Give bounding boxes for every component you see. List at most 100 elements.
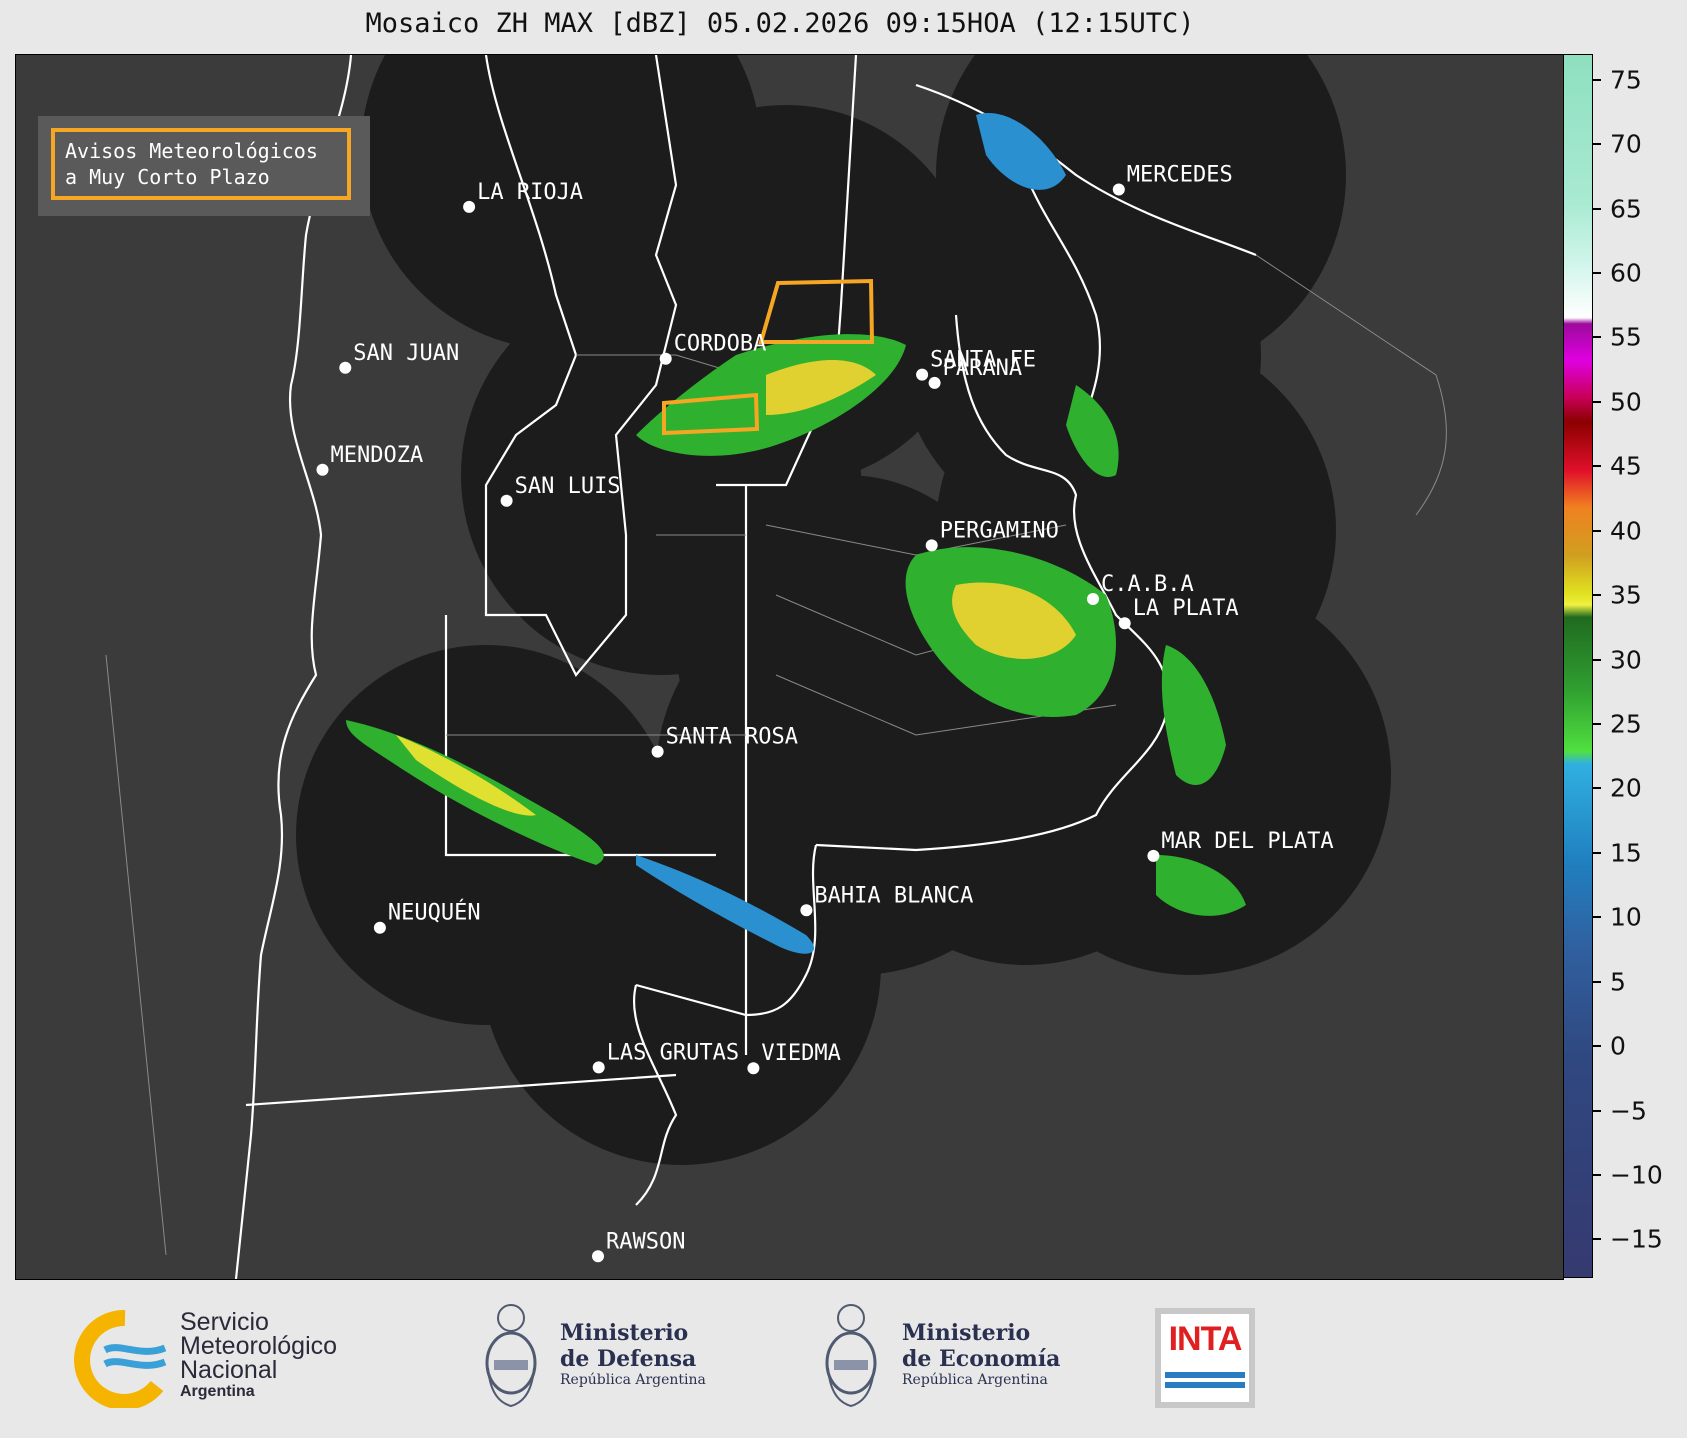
colorbar-tick-label: −15	[1610, 1224, 1663, 1254]
smn-name-line4: Argentina	[180, 1383, 255, 1400]
city-label: RAWSON	[606, 1229, 685, 1254]
defensa-line1: Ministerio	[560, 1320, 689, 1346]
colorbar-tick-label: −5	[1610, 1096, 1647, 1125]
colorbar-tick-label: 0	[1610, 1031, 1626, 1061]
city-label: MERCEDES	[1127, 163, 1233, 188]
inta-label: INTA	[1168, 1320, 1243, 1358]
reflectivity-colorbar	[1563, 54, 1593, 1278]
city-marker[interactable]	[592, 1250, 604, 1263]
city-marker[interactable]	[339, 361, 352, 374]
colorbar-tick	[1593, 594, 1601, 597]
colorbar-tick	[1593, 1238, 1601, 1241]
radar-map[interactable]: LA RIOJA CORDOBA SAN JUAN SANTA FE PARANA MEN…	[15, 54, 1564, 1280]
colorbar-tick-label: 50	[1610, 387, 1642, 417]
city-marker[interactable]	[592, 1061, 605, 1074]
colorbar-tick	[1593, 1109, 1601, 1112]
colorbar-tick	[1593, 722, 1601, 725]
colorbar-tick-label: 5	[1610, 967, 1626, 997]
smn-name-line1: Servicio	[180, 1308, 269, 1336]
colorbar-tick-label: 55	[1610, 322, 1642, 352]
city-marker[interactable]	[916, 368, 929, 381]
colorbar-tick-label: 75	[1610, 65, 1642, 95]
defensa-line2: de Defensa	[560, 1346, 697, 1372]
inta-logo: INTA	[1155, 1308, 1255, 1408]
colorbar-tick	[1593, 916, 1601, 919]
city-marker[interactable]	[463, 200, 476, 213]
city-label: LAS GRUTAS	[607, 1040, 739, 1065]
warning-legend: Avisos Meteorológicos a Muy Corto Plazo	[38, 116, 370, 216]
city-marker[interactable]	[316, 463, 329, 476]
city-marker[interactable]	[1118, 617, 1131, 630]
colorbar-tick	[1593, 787, 1601, 790]
colorbar-tick-label: 30	[1610, 645, 1642, 675]
colorbar-tick	[1593, 529, 1601, 532]
city-marker[interactable]	[747, 1062, 760, 1075]
city-marker[interactable]	[1087, 593, 1099, 605]
colorbar-tick-label: 35	[1610, 580, 1642, 610]
colorbar-tick	[1593, 336, 1601, 339]
colorbar-tick	[1593, 1173, 1601, 1176]
city-label: BAHIA BLANCA	[814, 883, 973, 908]
colorbar-tick-label: 65	[1610, 194, 1642, 224]
colorbar-tick	[1593, 658, 1601, 661]
city-marker[interactable]	[1112, 183, 1125, 196]
city-label: MENDOZA	[331, 443, 424, 468]
city-marker[interactable]	[500, 494, 513, 507]
colorbar-tick	[1593, 143, 1601, 146]
colorbar-tick	[1593, 851, 1601, 854]
city-label: CORDOBA	[674, 332, 767, 357]
city-marker[interactable]	[1147, 849, 1160, 862]
city-label: LA RIOJA	[477, 180, 583, 205]
colorbar-tick	[1593, 1045, 1601, 1048]
map-title: Mosaico ZH MAX [dBZ] 05.02.2026 09:15HOA…	[365, 8, 1195, 39]
map-canvas: LA RIOJACORDOBASAN JUAN SANTA FEPARANAMEN…	[16, 55, 1563, 1279]
city-label: NEUQUÉN	[388, 900, 481, 926]
colorbar-tick-label: 70	[1610, 129, 1642, 159]
colorbar-tick-label: 15	[1610, 838, 1642, 868]
city-marker[interactable]	[928, 376, 941, 389]
colorbar-tick	[1593, 465, 1601, 468]
colorbar-tick	[1593, 78, 1601, 81]
economia-logo: Ministerio de Economía República Argenti…	[820, 1298, 1080, 1418]
defensa-line3: República Argentina	[560, 1372, 706, 1388]
economia-line1: Ministerio	[902, 1320, 1031, 1346]
city-marker[interactable]	[651, 745, 664, 758]
city-marker[interactable]	[373, 921, 386, 934]
city-label: PERGAMINO	[940, 518, 1059, 543]
colorbar-tick-label: 20	[1610, 773, 1642, 803]
city-label: VIEDMA	[761, 1041, 840, 1066]
colorbar-tick	[1593, 980, 1601, 983]
colorbar-tick-label: 45	[1610, 451, 1642, 481]
economia-line3: República Argentina	[902, 1372, 1048, 1388]
colorbar-tick	[1593, 272, 1601, 275]
city-label: MAR DEL PLATA	[1161, 829, 1333, 854]
warning-legend-line1: Avisos Meteorológicos	[65, 139, 318, 163]
colorbar-tick-label: 60	[1610, 258, 1642, 288]
colorbar-tick-label: 40	[1610, 516, 1642, 546]
defensa-logo: Ministerio de Defensa República Argentin…	[480, 1298, 740, 1418]
coat-of-arms-icon	[825, 1304, 877, 1408]
city-marker[interactable]	[800, 904, 813, 917]
city-label: SAN LUIS	[515, 474, 621, 499]
coat-of-arms-icon	[485, 1304, 537, 1408]
colorbar-tick-label: −10	[1610, 1160, 1663, 1190]
footer-logos: Servicio Meteorológico Nacional Argentin…	[0, 1278, 1687, 1438]
colorbar-tick-label: 25	[1610, 709, 1642, 739]
warning-legend-line2: a Muy Corto Plazo	[65, 165, 270, 189]
smn-name-line3: Nacional	[180, 1356, 278, 1384]
city-label: LA PLATA	[1133, 596, 1239, 621]
city-label: SANTA ROSA	[666, 725, 798, 750]
smn-name-line2: Meteorológico	[180, 1332, 338, 1360]
smn-logo: Servicio Meteorológico Nacional Argentin…	[65, 1308, 385, 1408]
warning-legend-frame: Avisos Meteorológicos a Muy Corto Plazo	[51, 128, 351, 200]
city-label: PARANA	[943, 356, 1022, 381]
colorbar-tick	[1593, 207, 1601, 210]
colorbar-tick	[1593, 400, 1601, 403]
city-label: C.A.B.A	[1101, 572, 1194, 597]
city-label: SAN JUAN	[353, 341, 459, 366]
city-marker[interactable]	[659, 352, 672, 365]
smn-emblem-icon	[74, 1309, 167, 1408]
economia-line2: de Economía	[902, 1346, 1061, 1372]
city-marker[interactable]	[925, 539, 938, 552]
colorbar-tick-label: 10	[1610, 902, 1642, 932]
